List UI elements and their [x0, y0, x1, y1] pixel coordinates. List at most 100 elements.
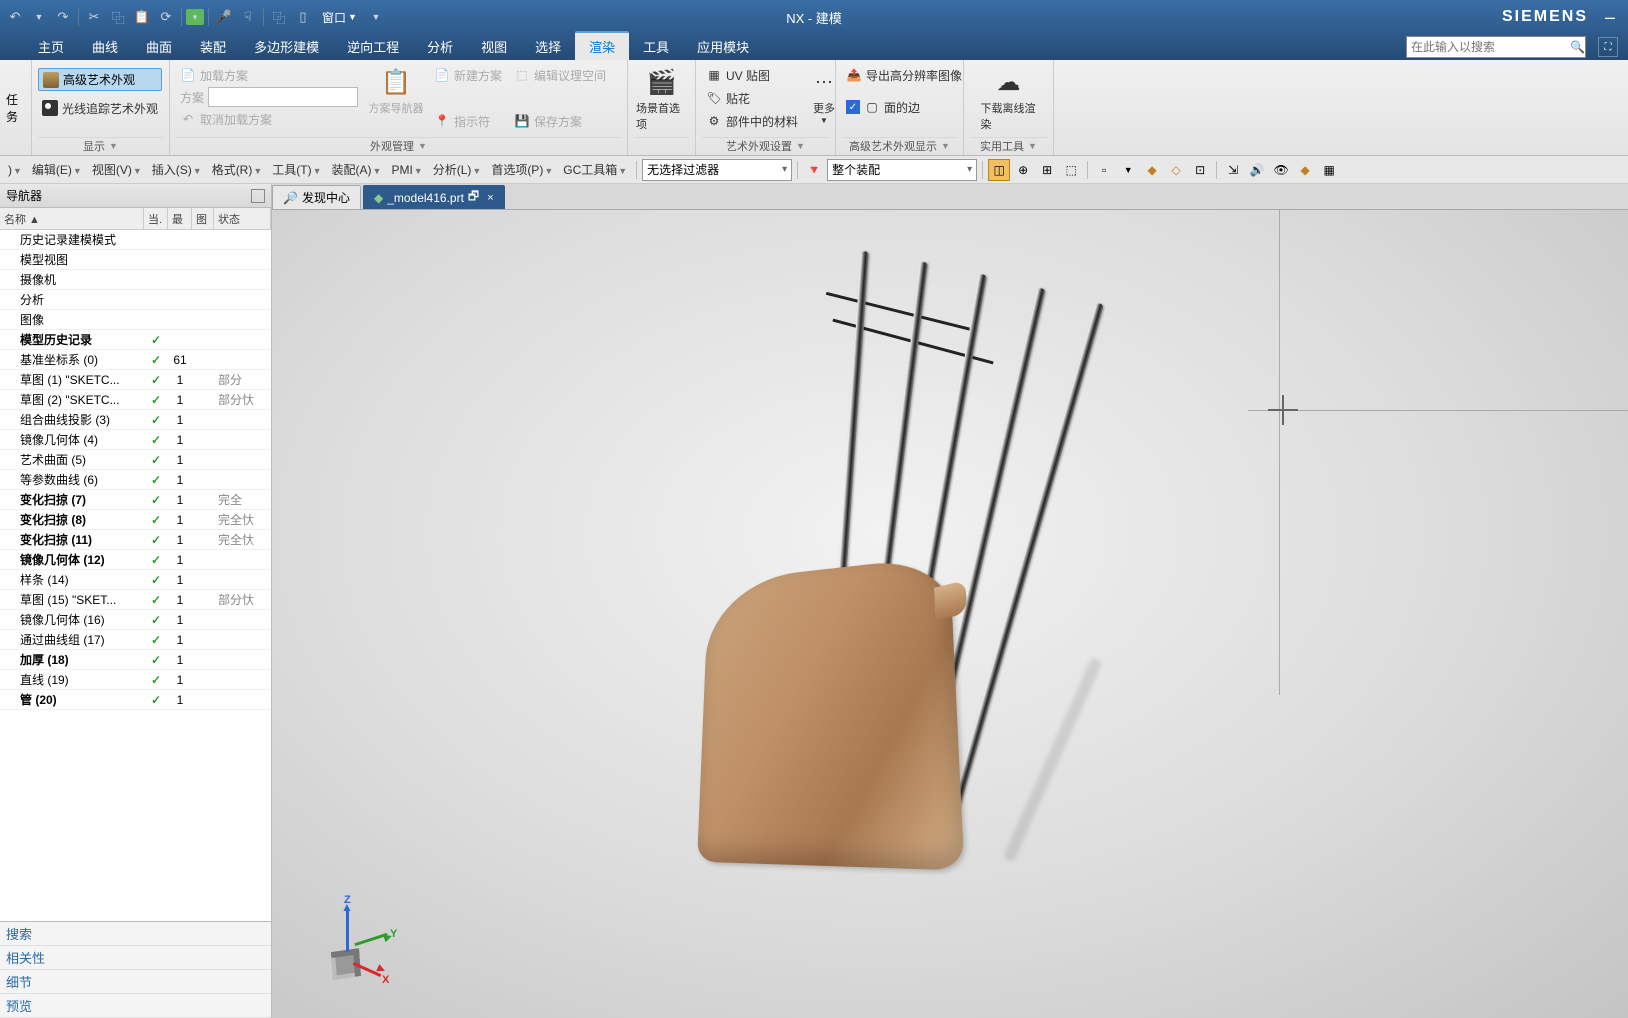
tree-row[interactable]: 组合曲线投影 (3)✓1: [0, 410, 271, 430]
3d-viewport[interactable]: Z Y X: [272, 210, 1628, 1018]
filter-settings-icon[interactable]: 🔻: [803, 159, 825, 181]
tree-row[interactable]: 摄像机: [0, 270, 271, 290]
tab-polygon[interactable]: 多边形建模: [240, 33, 333, 60]
tab-select[interactable]: 选择: [521, 33, 575, 60]
tree-row[interactable]: 变化扫掠 (8)✓1完全忕: [0, 510, 271, 530]
sel-icon-9[interactable]: ⊡: [1189, 159, 1211, 181]
tree-row[interactable]: 镜像几何体 (12)✓1: [0, 550, 271, 570]
fullscreen-button[interactable]: ⛶: [1598, 37, 1618, 57]
tree-row[interactable]: 镜像几何体 (4)✓1: [0, 430, 271, 450]
tree-row[interactable]: 分析: [0, 290, 271, 310]
scene-preferences-button[interactable]: 🎬 场景首选项: [634, 64, 689, 134]
qat-customize[interactable]: ▼: [365, 6, 387, 28]
raytrace-button[interactable]: 光线追踪艺术外观: [38, 97, 162, 119]
cut-button[interactable]: ✂: [83, 6, 105, 28]
view-icon-5[interactable]: ▦: [1318, 159, 1340, 181]
tab-discover[interactable]: 🔎 发现中心: [272, 185, 361, 209]
mb2-view[interactable]: 视图(V)▼: [88, 159, 146, 180]
sel-icon-3[interactable]: ⊞: [1036, 159, 1058, 181]
footer-search[interactable]: 搜索: [0, 922, 271, 946]
cascade-button[interactable]: ⿻: [268, 6, 290, 28]
col-name[interactable]: 名称 ▲: [0, 208, 144, 229]
search-input[interactable]: [1407, 40, 1570, 54]
sel-icon-2[interactable]: ⊕: [1012, 159, 1034, 181]
navigator-tree[interactable]: 历史记录建模模式模型视图摄像机分析图像模型历史记录✓基准坐标系 (0)✓61草图…: [0, 230, 271, 921]
tree-row[interactable]: 历史记录建模模式: [0, 230, 271, 250]
tab-render[interactable]: 渲染: [575, 31, 629, 60]
tab-home[interactable]: 主页: [24, 33, 78, 60]
tab-tools[interactable]: 工具: [629, 33, 683, 60]
selection-filter-combo[interactable]: 无选择过滤器: [642, 159, 792, 181]
window-menu[interactable]: 窗口 ▼: [316, 9, 363, 26]
col-last[interactable]: 最: [168, 208, 192, 229]
mb2-insert[interactable]: 插入(S)▼: [148, 159, 206, 180]
mb2-assembly[interactable]: 装配(A)▼: [328, 159, 386, 180]
view-triad[interactable]: Z Y X: [332, 898, 412, 978]
tree-row[interactable]: 加厚 (18)✓1: [0, 650, 271, 670]
tree-row[interactable]: 通过曲线组 (17)✓1: [0, 630, 271, 650]
tab-model-file[interactable]: ◆ _model416.prt 🗗 ×: [363, 185, 505, 209]
tree-row[interactable]: 等参数曲线 (6)✓1: [0, 470, 271, 490]
download-offline-button[interactable]: ☁ 下载离线渲染: [979, 64, 1039, 134]
mb2-pref[interactable]: 首选项(P)▼: [487, 159, 557, 180]
search-icon[interactable]: 🔍: [1570, 40, 1585, 54]
mb2-format[interactable]: 格式(R)▼: [208, 159, 267, 180]
mb2-pmi[interactable]: PMI▼: [387, 161, 426, 179]
sel-icon-5[interactable]: ▫: [1093, 159, 1115, 181]
mb2-edit[interactable]: 编辑(E)▼: [28, 159, 86, 180]
tab-curve[interactable]: 曲线: [78, 33, 132, 60]
footer-preview[interactable]: 预览: [0, 994, 271, 1018]
tab-reverse-eng[interactable]: 逆向工程: [333, 33, 413, 60]
mb2-tools[interactable]: 工具(T)▼: [268, 159, 325, 180]
copy-button[interactable]: ⿻: [107, 6, 129, 28]
tree-row[interactable]: 管 (20)✓1: [0, 690, 271, 710]
tree-row[interactable]: 模型历史记录✓: [0, 330, 271, 350]
col-current[interactable]: 当.: [144, 208, 168, 229]
sel-icon-1[interactable]: ◫: [988, 159, 1010, 181]
view-icon-3[interactable]: 👁: [1270, 159, 1292, 181]
pin-button[interactable]: [251, 189, 265, 203]
decal-button[interactable]: 🏷贴花: [702, 87, 802, 109]
command-search[interactable]: 🔍: [1406, 36, 1586, 58]
mb2-gctoolbox[interactable]: GC工具箱▼: [559, 159, 631, 180]
tree-row[interactable]: 图像: [0, 310, 271, 330]
export-highres-button[interactable]: 📤导出高分辨率图像: [842, 64, 966, 86]
sel-icon-4[interactable]: ⬚: [1060, 159, 1082, 181]
col-status[interactable]: 状态: [214, 208, 271, 229]
redo-button[interactable]: ↷: [52, 6, 74, 28]
selection-scope-combo[interactable]: 整个装配: [827, 159, 977, 181]
sel-icon-8[interactable]: ◇: [1165, 159, 1187, 181]
paste-button[interactable]: 📋: [131, 6, 153, 28]
tree-row[interactable]: 草图 (1) "SKETC...✓1部分: [0, 370, 271, 390]
close-tab-button[interactable]: ×: [487, 192, 493, 204]
chair-model[interactable]: [692, 250, 1252, 870]
repeat-button[interactable]: ⟳: [155, 6, 177, 28]
tree-row[interactable]: 艺术曲面 (5)✓1: [0, 450, 271, 470]
ribbon-task[interactable]: 任务: [0, 60, 32, 155]
tree-row[interactable]: 基准坐标系 (0)✓61: [0, 350, 271, 370]
tree-row[interactable]: 镜像几何体 (16)✓1: [0, 610, 271, 630]
advanced-studio-button[interactable]: 高级艺术外观: [38, 68, 162, 91]
tree-row[interactable]: 直线 (19)✓1: [0, 670, 271, 690]
tree-row[interactable]: 样条 (14)✓1: [0, 570, 271, 590]
undo-button[interactable]: ↶: [4, 6, 26, 28]
view-icon-2[interactable]: 🔊: [1246, 159, 1268, 181]
uv-map-button[interactable]: ▦UV 贴图: [702, 64, 802, 86]
mic-button[interactable]: 🎤: [213, 6, 235, 28]
tab-surface[interactable]: 曲面: [132, 33, 186, 60]
col-layer[interactable]: 图: [192, 208, 214, 229]
tab-view[interactable]: 视图: [467, 33, 521, 60]
tree-row[interactable]: 模型视图: [0, 250, 271, 270]
scheme-dropdown[interactable]: [208, 87, 358, 107]
sel-icon-6[interactable]: ▼: [1117, 159, 1139, 181]
footer-details[interactable]: 细节: [0, 970, 271, 994]
mb2-analysis[interactable]: 分析(L)▼: [429, 159, 486, 180]
footer-dependency[interactable]: 相关性: [0, 946, 271, 970]
part-materials-button[interactable]: ⚙部件中的材料: [702, 110, 802, 132]
first-item-truncated[interactable]: )▼: [4, 161, 26, 179]
view-icon-4[interactable]: ◆: [1294, 159, 1316, 181]
view-icon-1[interactable]: ⇲: [1222, 159, 1244, 181]
undo-dropdown[interactable]: ▼: [28, 6, 50, 28]
image-button[interactable]: ▾: [186, 9, 204, 25]
checkbox-icon[interactable]: ✓: [846, 100, 860, 114]
